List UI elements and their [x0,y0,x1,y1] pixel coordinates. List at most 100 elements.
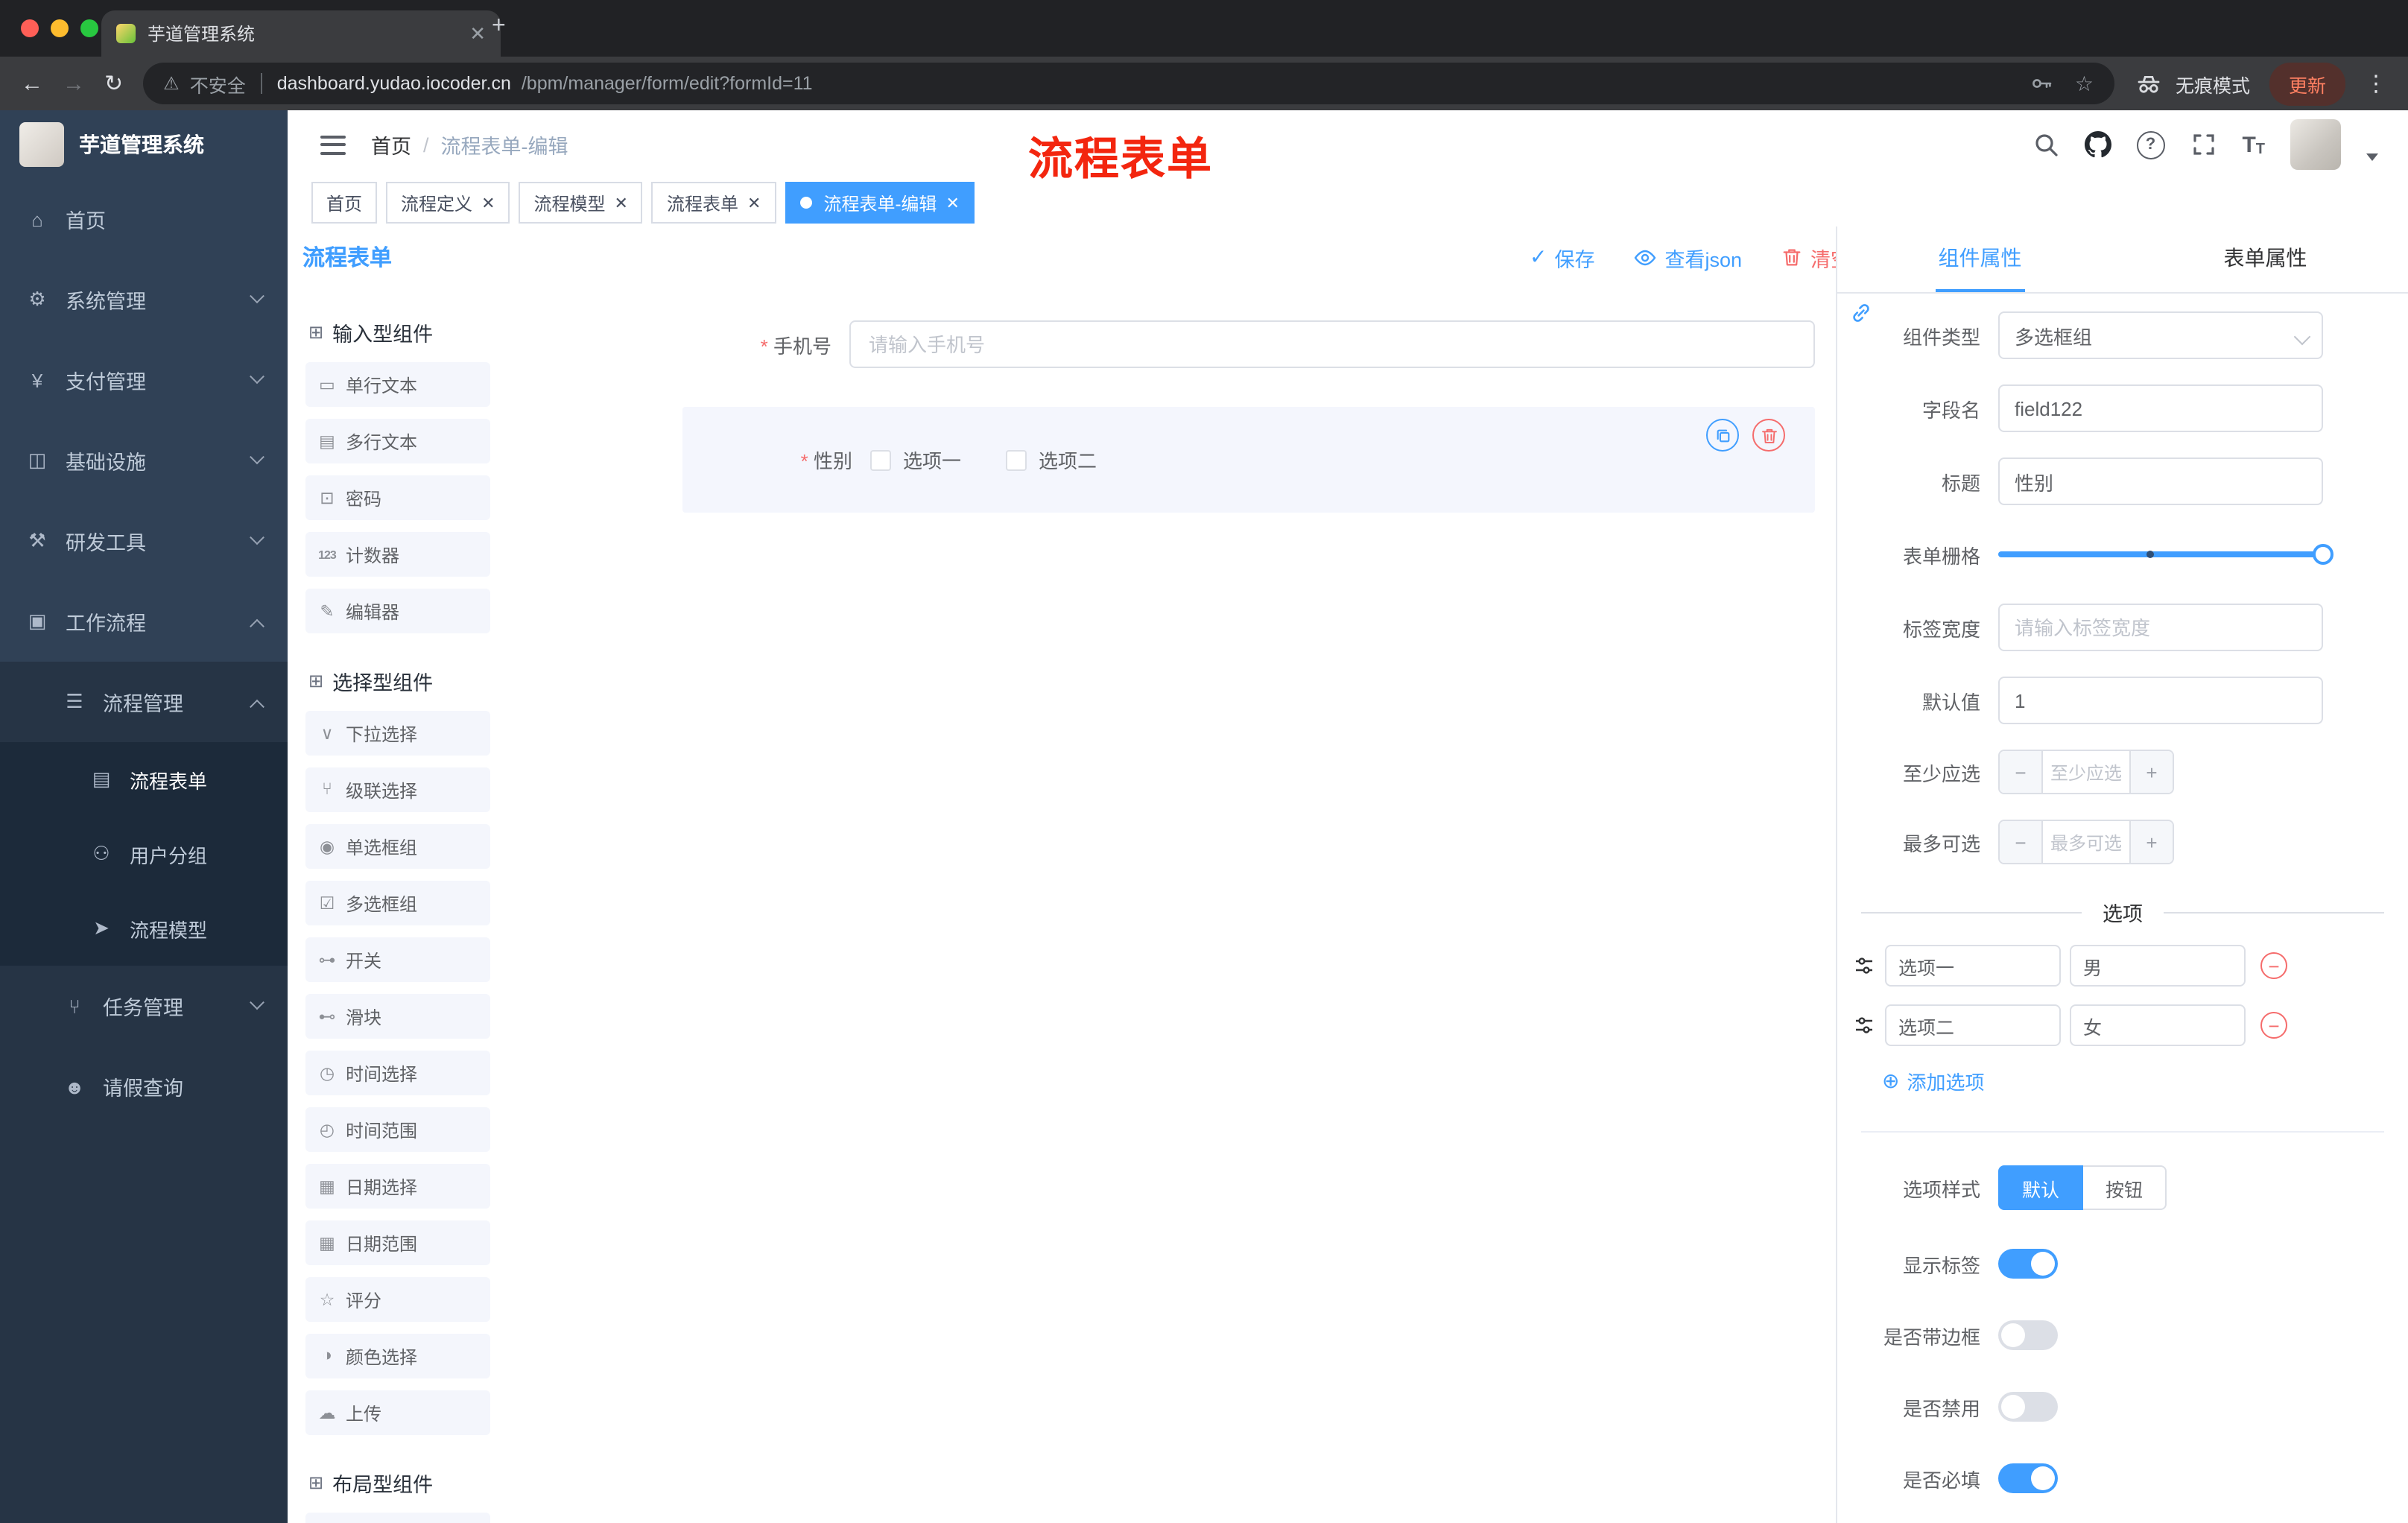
label-width-input[interactable] [1998,604,2323,651]
sidebar-item-leave-query[interactable]: ☻ 请假查询 [0,1046,288,1127]
component-radio-group[interactable]: ◉ 单选框组 [305,824,490,869]
sidebar-item-infra[interactable]: ◫ 基础设施 [0,420,288,501]
tag-close-icon[interactable]: ✕ [615,193,628,212]
phone-field-row[interactable]: 手机号 [682,320,1815,368]
option-label-input[interactable] [1885,1004,2061,1046]
component-upload[interactable]: ☁ 上传 [305,1390,490,1435]
avatar[interactable] [2290,119,2341,170]
with-border-toggle[interactable] [1998,1320,2058,1350]
sidebar-item-home[interactable]: ⌂ 首页 [0,179,288,259]
form-grid-slider[interactable] [1998,531,2333,578]
option-label-input[interactable] [1885,945,2061,987]
component-counter[interactable]: 123 计数器 [305,532,490,577]
form-canvas[interactable]: 手机号 性别 [662,288,1836,1523]
tab-close-icon[interactable]: ✕ [469,22,486,45]
option-value-input[interactable] [2070,1004,2246,1046]
sidebar-item-process-manage[interactable]: ☰ 流程管理 [0,662,288,742]
tag-process-form[interactable]: 流程表单 ✕ [651,182,776,224]
component-password[interactable]: ⊡ 密码 [305,475,490,520]
phone-field-input[interactable] [849,320,1815,368]
increase-button[interactable]: + [2129,751,2173,793]
tab-form-props[interactable]: 表单属性 [2123,227,2408,292]
component-type-select[interactable] [1998,311,2323,359]
gender-option-2[interactable]: 选项二 [1006,446,1097,474]
slider-track[interactable] [1998,544,2333,565]
minimize-window-button[interactable] [51,19,69,37]
copy-field-button[interactable] [1706,419,1739,452]
sidebar-item-system[interactable]: ⚙ 系统管理 [0,259,288,340]
max-select-stepper[interactable]: − 最多可选 + [1998,820,2174,864]
component-row-container[interactable]: ◫行容器 [305,1513,490,1523]
help-icon[interactable]: ? [2136,130,2165,159]
view-json-button[interactable]: 查看json [1633,242,1742,272]
sidebar-item-user-group[interactable]: ⚇ 用户分组 [0,817,288,891]
required-toggle[interactable] [1998,1463,2058,1493]
component-date-range[interactable]: ▦ 日期范围 [305,1220,490,1265]
component-cascader[interactable]: ⑂ 级联选择 [305,767,490,812]
sidebar-item-process-form[interactable]: ▤ 流程表单 [0,742,288,817]
bookmark-star-icon[interactable]: ☆ [2075,71,2094,96]
component-time-picker[interactable]: ◷ 时间选择 [305,1051,490,1095]
update-button[interactable]: 更新 [2269,62,2345,105]
search-icon[interactable] [2032,131,2059,158]
option-value-input[interactable] [2070,945,2246,987]
reload-icon[interactable]: ↻ [104,72,123,95]
component-switch[interactable]: ⊶ 开关 [305,937,490,982]
component-editor[interactable]: ✎ 编辑器 [305,589,490,633]
component-rate[interactable]: ☆ 评分 [305,1277,490,1322]
component-time-range[interactable]: ◴ 时间范围 [305,1107,490,1152]
checkbox-box[interactable] [870,449,891,470]
sidebar-item-process-model[interactable]: ➤ 流程模型 [0,891,288,966]
decrease-button[interactable]: − [2000,751,2043,793]
back-icon[interactable]: ← [21,72,43,95]
sidebar-toggle-icon[interactable] [320,135,346,154]
fullscreen-icon[interactable] [2190,131,2217,158]
browser-tab[interactable]: 芋道管理系统 ✕ [101,10,501,57]
component-color-picker[interactable]: ◑ 颜色选择 [305,1334,490,1378]
selected-gender-field[interactable]: 性别 选项一 选项二 [682,407,1815,513]
component-single-line-text[interactable]: ▭ 单行文本 [305,362,490,407]
drag-handle-icon[interactable] [1852,1013,1876,1037]
component-slider[interactable]: ⊷ 滑块 [305,994,490,1039]
style-button-button[interactable]: 按钮 [2083,1165,2167,1210]
link-icon[interactable] [1849,301,1873,325]
tag-process-form-edit[interactable]: 流程表单-编辑 ✕ [785,182,975,224]
default-value-input[interactable] [1998,677,2323,724]
component-select[interactable]: ∨ 下拉选择 [305,711,490,756]
avatar-caret-icon[interactable] [2366,153,2378,160]
forward-icon[interactable]: → [63,72,85,95]
remove-option-button[interactable]: − [2260,952,2287,979]
sidebar-item-payment[interactable]: ¥ 支付管理 [0,340,288,420]
field-name-input[interactable] [1998,384,2323,432]
title-input[interactable] [1998,457,2323,505]
gender-field-row[interactable]: 性别 选项一 选项二 [703,446,1794,474]
github-icon[interactable] [2084,131,2111,158]
close-window-button[interactable] [21,19,39,37]
tab-component-props[interactable]: 组件属性 [1837,227,2123,292]
add-option-button[interactable]: ⊕ 添加选项 [1882,1067,2408,1095]
remove-option-button[interactable]: − [2260,1012,2287,1039]
slider-handle[interactable] [2313,544,2333,565]
tag-close-icon[interactable]: ✕ [481,193,495,212]
new-tab-button[interactable]: + [492,13,506,40]
tag-close-icon[interactable]: ✕ [945,193,959,212]
sidebar-item-task-manage[interactable]: ⑂ 任务管理 [0,966,288,1046]
drag-handle-icon[interactable] [1852,954,1876,978]
zoom-window-button[interactable] [80,19,98,37]
tag-home[interactable]: 首页 [311,182,378,224]
min-select-stepper[interactable]: − 至少应选 + [1998,750,2174,794]
component-date-picker[interactable]: ▦ 日期选择 [305,1164,490,1209]
browser-menu-icon[interactable]: ⋮ [2365,70,2387,97]
disabled-toggle[interactable] [1998,1392,2058,1422]
sidebar-item-workflow[interactable]: ▣ 工作流程 [0,581,288,662]
delete-field-button[interactable] [1752,419,1785,452]
checkbox-box[interactable] [1006,449,1027,470]
sidebar-item-devtools[interactable]: ⚒ 研发工具 [0,501,288,581]
tag-close-icon[interactable]: ✕ [747,193,761,212]
show-label-toggle[interactable] [1998,1249,2058,1279]
password-key-icon[interactable] [2030,72,2054,95]
component-multi-line-text[interactable]: ▤ 多行文本 [305,419,490,463]
save-button[interactable]: ✓ 保存 [1530,242,1594,272]
decrease-button[interactable]: − [2000,821,2043,863]
font-size-icon[interactable]: TT [2242,132,2265,157]
